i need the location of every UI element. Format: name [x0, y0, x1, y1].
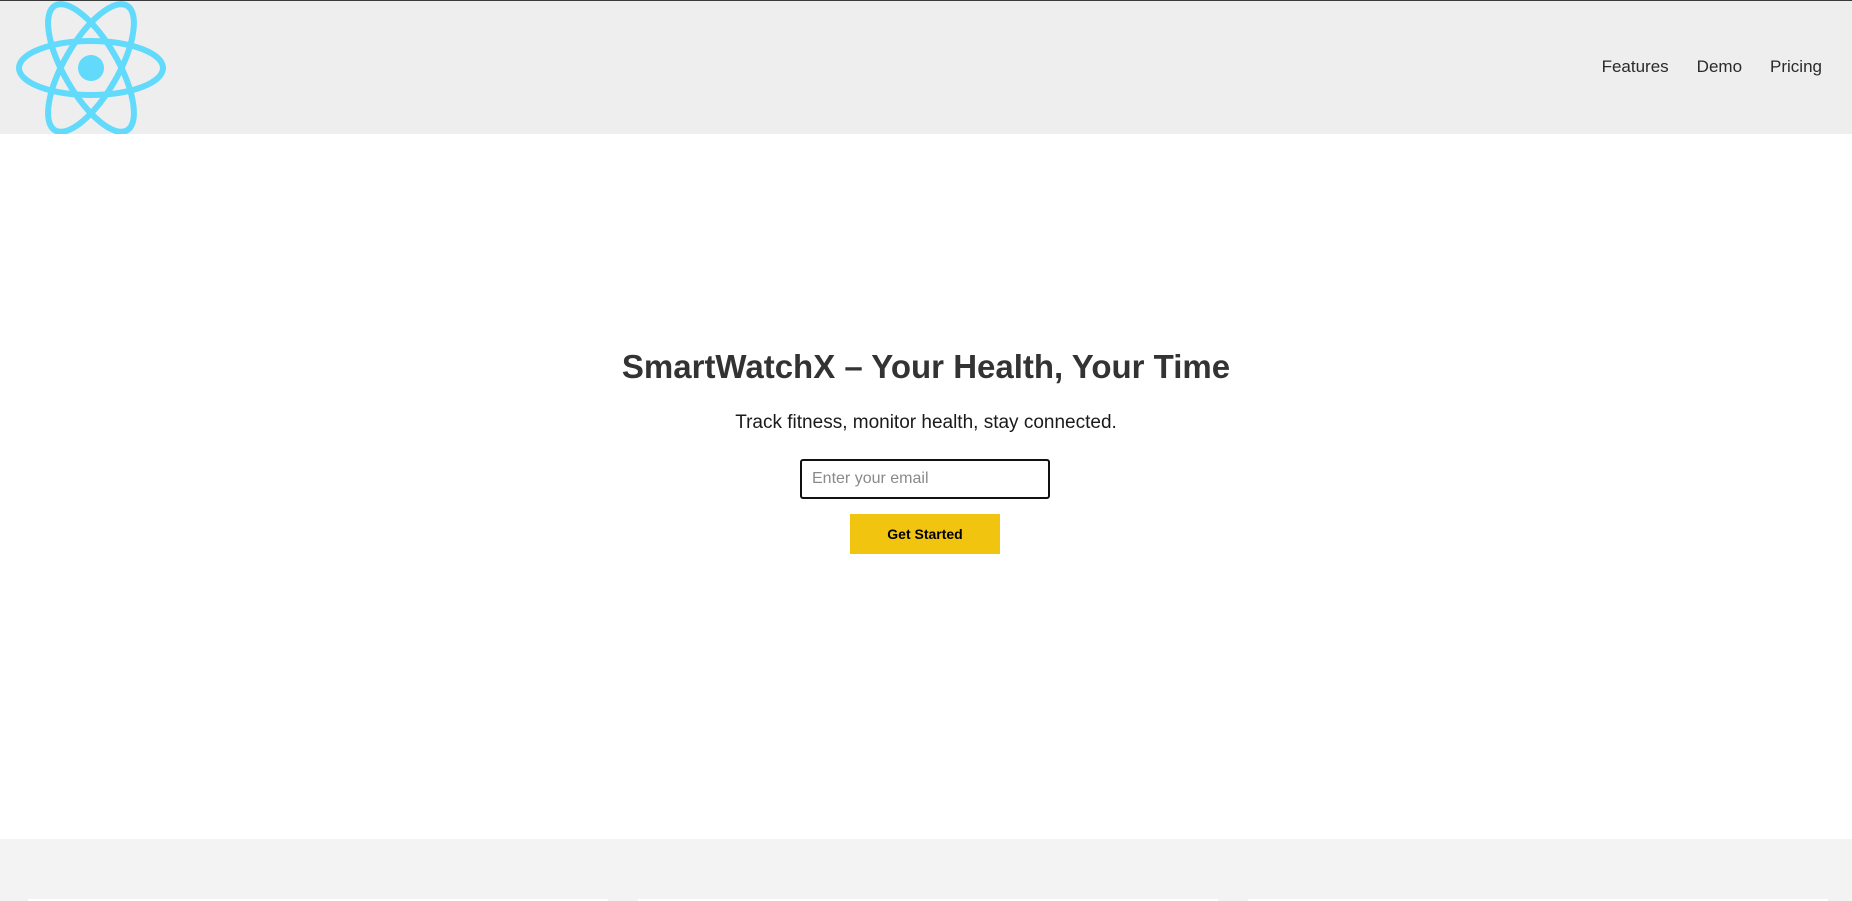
- react-logo-icon[interactable]: [14, 1, 166, 135]
- features-section-top: [0, 839, 1852, 901]
- site-header: Features Demo Pricing: [0, 1, 1852, 135]
- email-input[interactable]: [800, 459, 1050, 499]
- main-nav: Features Demo Pricing: [1602, 57, 1822, 77]
- nav-link-features[interactable]: Features: [1602, 57, 1669, 77]
- hero-subtitle: Track fitness, monitor health, stay conn…: [735, 412, 1117, 433]
- hero-title: SmartWatchX – Your Health, Your Time: [621, 348, 1231, 385]
- get-started-button[interactable]: Get Started: [850, 514, 1000, 554]
- nav-link-pricing[interactable]: Pricing: [1770, 57, 1822, 77]
- hero-section: SmartWatchX – Your Health, Your Time Tra…: [0, 134, 1852, 839]
- nav-link-demo[interactable]: Demo: [1697, 57, 1742, 77]
